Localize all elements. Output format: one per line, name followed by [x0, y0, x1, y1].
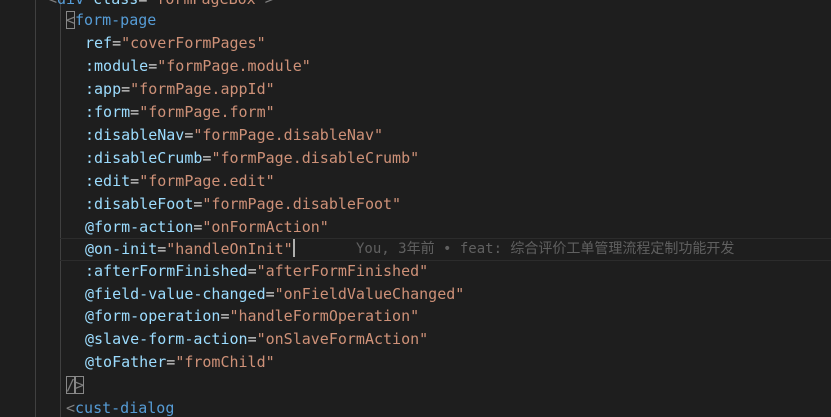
attribute-value: "handleOnInit" [166, 240, 293, 258]
code-line-cust-dialog[interactable]: <cust-dialog [0, 397, 831, 417]
tag-close-bracket: > [265, 0, 274, 8]
code-line-current[interactable]: @on-init="handleOnInit" You, 3年前 • feat:… [0, 238, 831, 261]
code-line-attr[interactable]: :form="formPage.form" [0, 101, 831, 124]
attribute-value: "formPage.module" [157, 57, 311, 75]
attribute-value: "onSlaveFormAction" [256, 330, 429, 348]
git-blame-annotation: You, 3年前 • feat: 综合评价工单管理流程定制功能开发 [356, 241, 735, 257]
attribute-name: :disableNav [85, 126, 185, 144]
code-line-attr[interactable]: :disableNav="formPage.disableNav" [0, 124, 831, 147]
code-editor[interactable]: <div class="formPageBox"> <form-page ref… [0, 0, 831, 417]
code-line-attr[interactable]: :module="formPage.module" [0, 55, 831, 78]
attribute-value: "formPage.edit" [139, 172, 275, 190]
attribute-value: "formPageBox" [147, 0, 264, 8]
attribute-name: @slave-form-action [85, 330, 248, 348]
attribute-name: ref [85, 34, 113, 52]
attribute-value: "formPage.disableCrumb" [211, 149, 420, 167]
equals-sign: = [220, 307, 230, 325]
attribute-value: "afterFormFinished" [256, 262, 429, 280]
attribute-value: "formPage.form" [139, 103, 275, 121]
attribute-value: "handleFormOperation" [229, 307, 420, 325]
attribute-name: :module [85, 57, 149, 75]
attribute-name: :afterFormFinished [85, 262, 248, 280]
attribute-value: "formPage.disableFoot" [202, 195, 402, 213]
attribute-value: "coverFormPages" [121, 34, 266, 52]
attribute-name: @on-init [85, 240, 158, 258]
equals-sign: = [121, 80, 131, 98]
attribute-value: "onFormAction" [202, 218, 329, 236]
attribute-name: class [84, 0, 138, 8]
code-line-attr[interactable]: :disableFoot="formPage.disableFoot" [0, 193, 831, 216]
attribute-value: "formPage.disableNav" [193, 126, 384, 144]
attribute-name: :app [85, 80, 122, 98]
attribute-value: "fromChild" [175, 353, 275, 371]
text-cursor [292, 239, 295, 257]
code-line-attr[interactable]: @field-value-changed="onFieldValueChange… [0, 283, 831, 306]
equals-sign: = [112, 34, 122, 52]
equals-sign: = [265, 285, 275, 303]
tag-open-bracket: < [48, 0, 57, 8]
attribute-name: :disableFoot [85, 195, 194, 213]
code-line-attr[interactable]: @toFather="fromChild" [0, 351, 831, 374]
attribute-name: @form-operation [85, 307, 221, 325]
equals-sign: = [148, 57, 158, 75]
attribute-name: :form [85, 103, 131, 121]
code-line-attr[interactable]: :app="formPage.appId" [0, 78, 831, 101]
equals-sign: = [247, 330, 257, 348]
equals-sign: = [157, 240, 167, 258]
attribute-name: :disableCrumb [85, 149, 203, 167]
attribute-name: @field-value-changed [85, 285, 266, 303]
equals-sign: = [138, 0, 147, 8]
equals-sign: = [130, 103, 140, 121]
tag-close-bracket-matched: > [75, 376, 85, 394]
tag-open-bracket: < [66, 399, 76, 417]
tag-name: div [57, 0, 84, 8]
attribute-value: "onFieldValueChanged" [274, 285, 465, 303]
equals-sign: = [166, 353, 176, 371]
code-line-attr[interactable]: :edit="formPage.edit" [0, 170, 831, 193]
code-line-attr[interactable]: @slave-form-action="onSlaveFormAction" [0, 328, 831, 351]
attribute-value: "formPage.appId" [130, 80, 275, 98]
code-line-attr[interactable]: @form-action="onFormAction" [0, 216, 831, 239]
equals-sign: = [247, 262, 257, 280]
attribute-name: @form-action [85, 218, 194, 236]
code-line-attr[interactable]: :disableCrumb="formPage.disableCrumb" [0, 147, 831, 170]
code-line-attr[interactable]: @form-operation="handleFormOperation" [0, 305, 831, 328]
tag-name: cust-dialog [75, 399, 175, 417]
equals-sign: = [130, 172, 140, 190]
code-line-attr[interactable]: ref="coverFormPages" [0, 32, 831, 55]
code-line-attr[interactable]: :afterFormFinished="afterFormFinished" [0, 260, 831, 283]
tag-open-bracket-matched: < [66, 11, 76, 29]
attribute-name: @toFather [85, 353, 167, 371]
code-line-form-page-close[interactable]: /> [0, 374, 831, 397]
self-close-slash: / [66, 376, 76, 394]
code-line-form-page-open[interactable]: <form-page [0, 9, 831, 32]
tag-name: form-page [75, 11, 157, 29]
attribute-name: :edit [85, 172, 131, 190]
